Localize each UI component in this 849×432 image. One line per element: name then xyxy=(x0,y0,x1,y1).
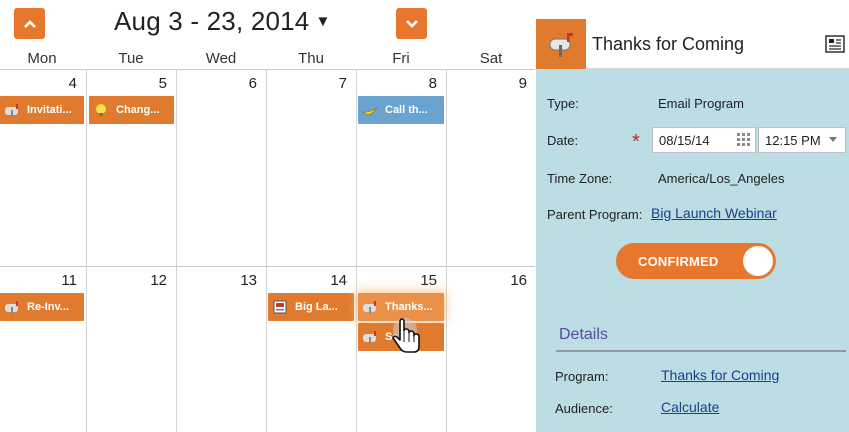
weekday-mon: Mon xyxy=(27,50,57,67)
grid-line xyxy=(176,69,177,432)
type-value: Email Program xyxy=(658,96,744,111)
timezone-label: Time Zone: xyxy=(547,171,613,186)
mailbox-icon xyxy=(361,299,379,315)
day-number: 6 xyxy=(248,75,257,92)
event-label: Re-Inv... xyxy=(27,301,69,313)
day-number: 16 xyxy=(510,272,527,289)
parent-program-label: Parent Program: xyxy=(547,207,643,222)
program-label: Program: xyxy=(555,369,609,384)
required-star-icon: * xyxy=(632,131,640,153)
caret-down-icon: ▼ xyxy=(315,13,331,30)
type-label: Type: xyxy=(547,96,579,111)
day-number: 15 xyxy=(420,272,437,289)
day-number: 14 xyxy=(330,272,347,289)
weekday-fri: Fri xyxy=(392,50,410,67)
grid-line xyxy=(86,69,87,432)
date-label: Date: xyxy=(547,133,579,148)
time-dropdown-caret-icon[interactable] xyxy=(829,137,837,142)
weekday-thu: Thu xyxy=(298,50,324,67)
event-label: Call th... xyxy=(385,104,428,116)
mailbox-icon xyxy=(3,102,21,118)
grid-line xyxy=(0,69,535,70)
calendar-event[interactable]: Re-Inv... xyxy=(0,293,84,321)
grid-line xyxy=(446,69,447,432)
day-number: 8 xyxy=(428,75,437,92)
email-program-icon-box xyxy=(536,19,586,69)
calendar-event[interactable]: Invitati... xyxy=(0,96,84,124)
event-label: Se... xyxy=(385,331,408,343)
banana-phone-icon xyxy=(361,102,379,118)
mailbox-icon xyxy=(549,33,573,57)
calendar-event[interactable]: Big La... xyxy=(268,293,354,321)
calendar-event[interactable]: Se... xyxy=(358,323,444,351)
weekday-sat: Sat xyxy=(479,50,503,67)
chevron-down-icon xyxy=(405,19,418,28)
event-label: Chang... xyxy=(116,104,160,116)
day-number: 11 xyxy=(61,272,77,289)
toggle-label: CONFIRMED xyxy=(638,254,719,269)
calendar-event[interactable]: Call th... xyxy=(358,96,444,124)
weekday-header: Mon Tue Wed Thu Fri Sat xyxy=(0,50,535,70)
next-range-button[interactable] xyxy=(396,8,427,39)
confirmed-toggle[interactable]: CONFIRMED xyxy=(616,243,776,279)
weekday-wed: Wed xyxy=(205,50,237,67)
grid-line xyxy=(0,266,535,267)
calendar-event-selected[interactable]: Thanks... xyxy=(358,293,444,321)
event-label: Thanks... xyxy=(385,301,433,313)
program-link[interactable]: Thanks for Coming xyxy=(661,367,779,383)
date-range-label: Aug 3 - 23, 2014 xyxy=(114,6,310,36)
calendar-event[interactable]: Chang... xyxy=(89,96,174,124)
day-number: 9 xyxy=(518,75,527,92)
grid-line xyxy=(356,69,357,432)
audience-label: Audience: xyxy=(555,401,613,416)
chevron-up-icon xyxy=(23,19,36,28)
panel-title: Thanks for Coming xyxy=(592,34,745,54)
day-number: 13 xyxy=(240,272,257,289)
mailbox-icon xyxy=(361,329,379,345)
event-label: Big La... xyxy=(295,301,338,313)
panel-header: Thanks for Coming xyxy=(536,19,849,69)
timezone-value: America/Los_Angeles xyxy=(658,171,785,186)
day-number: 5 xyxy=(158,75,167,92)
grid-line xyxy=(266,69,267,432)
day-number: 4 xyxy=(68,75,77,92)
calendar-picker-icon[interactable] xyxy=(736,131,752,147)
day-number: 12 xyxy=(150,272,167,289)
webinar-icon xyxy=(271,299,289,315)
toggle-knob xyxy=(743,246,773,276)
previous-range-button[interactable] xyxy=(14,8,45,39)
divider xyxy=(556,350,846,352)
details-heading: Details xyxy=(559,326,608,343)
weekday-tue: Tue xyxy=(118,50,144,67)
calendar-header: Aug 3 - 23, 2014 ▼ xyxy=(0,0,535,48)
lightbulb-icon xyxy=(92,102,110,118)
date-range-selector[interactable]: Aug 3 - 23, 2014 ▼ xyxy=(114,6,331,37)
day-number: 7 xyxy=(338,75,347,92)
mailbox-icon xyxy=(3,299,21,315)
document-icon[interactable] xyxy=(825,35,845,53)
audience-link[interactable]: Calculate xyxy=(661,399,719,415)
event-label: Invitati... xyxy=(27,104,72,116)
parent-program-link[interactable]: Big Launch Webinar xyxy=(651,205,777,221)
